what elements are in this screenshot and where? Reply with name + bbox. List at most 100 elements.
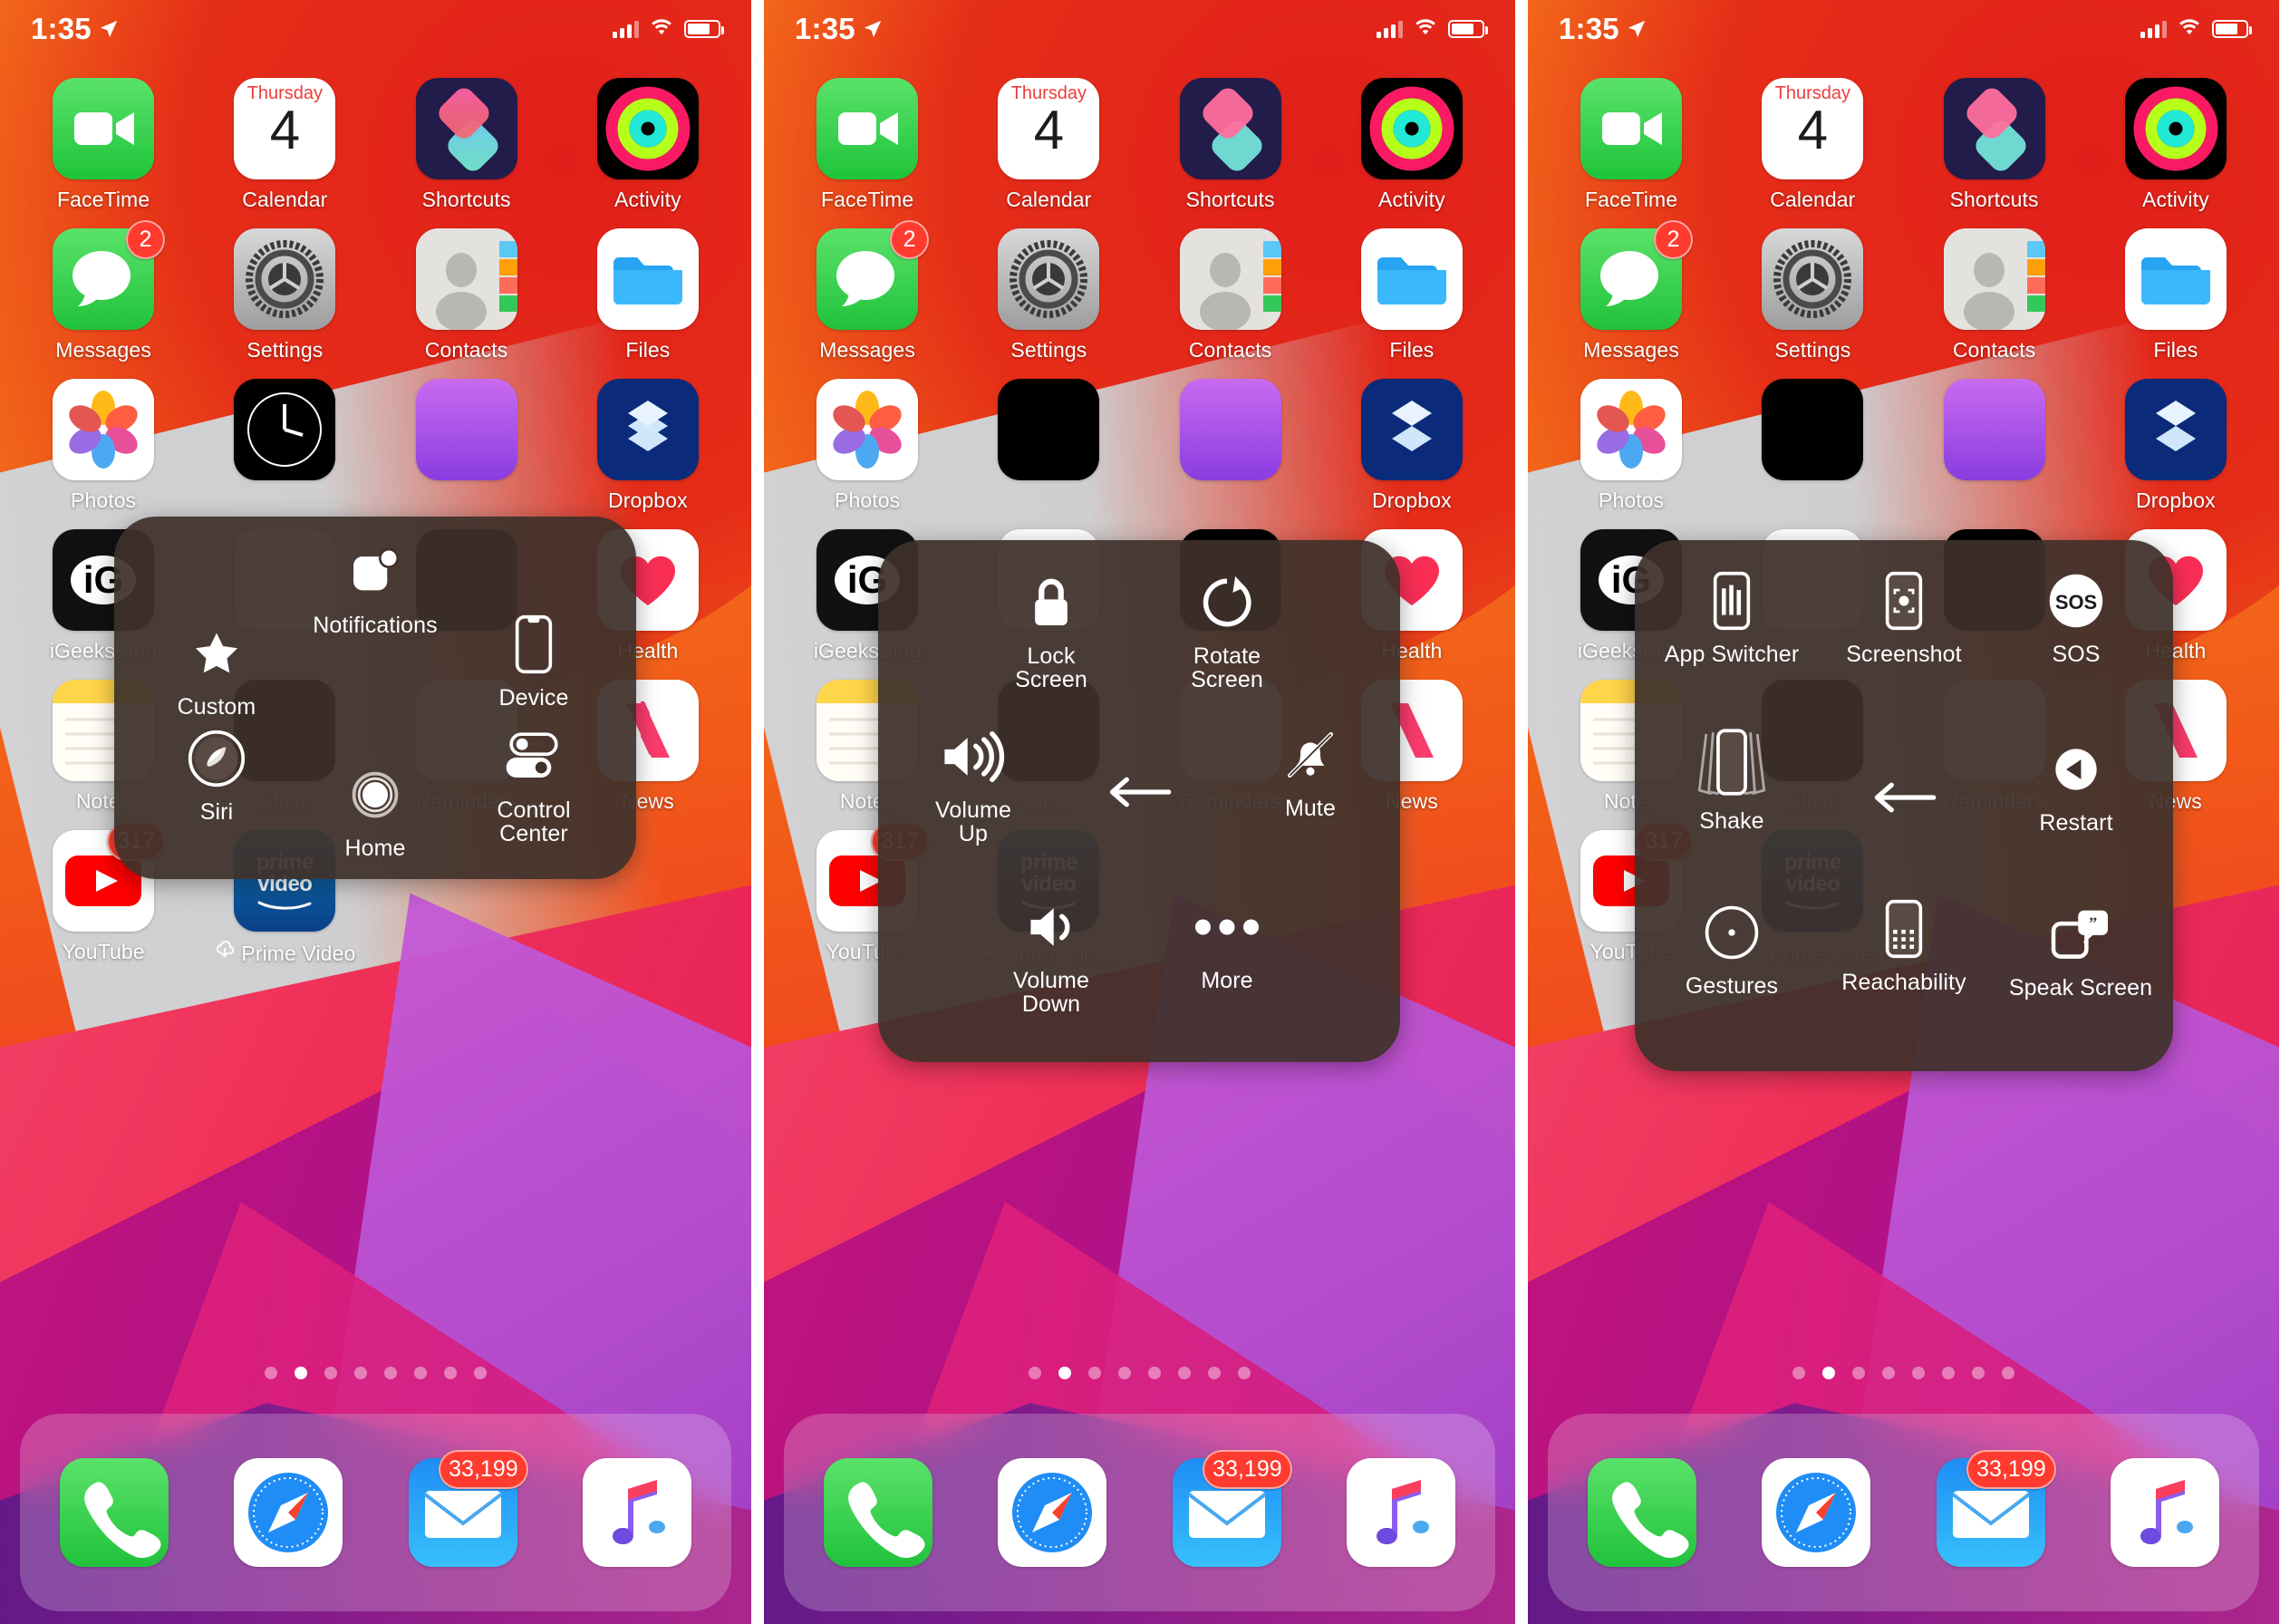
dock-safari[interactable]	[201, 1458, 375, 1567]
page-dot[interactable]	[1792, 1367, 1805, 1379]
app-clock-r3[interactable]: Clock	[194, 379, 375, 513]
safari-icon[interactable]	[998, 1458, 1107, 1567]
app-clock-r3[interactable]: Clock	[958, 379, 1139, 513]
page-dot[interactable]	[2002, 1367, 2014, 1379]
clock-icon[interactable]	[1762, 379, 1864, 480]
page-dot[interactable]	[1029, 1367, 1041, 1379]
facetime-icon[interactable]	[816, 78, 919, 179]
dock-music[interactable]	[2078, 1458, 2252, 1567]
phone-icon[interactable]	[824, 1458, 933, 1567]
contacts-icon[interactable]	[1943, 228, 2045, 330]
page-dot[interactable]	[1148, 1367, 1161, 1379]
app-messages[interactable]: 2 Messages	[777, 220, 958, 362]
settings-icon[interactable]	[998, 228, 1100, 330]
activity-icon[interactable]	[596, 78, 699, 179]
back-arrow-icon[interactable]	[1079, 756, 1199, 828]
app-activity[interactable]: Activity	[557, 78, 739, 212]
mail-icon[interactable]: 33,199	[1172, 1450, 1292, 1567]
app-facetime[interactable]: FaceTime	[13, 78, 194, 212]
page-dot-active[interactable]	[1058, 1367, 1071, 1379]
at-item-speak-screen[interactable]: ” Speak Screen	[1990, 899, 2171, 1000]
page-dot[interactable]	[1942, 1367, 1955, 1379]
podcasts-icon[interactable]	[415, 379, 517, 480]
app-podcasts[interactable]: Podcasts	[1904, 379, 2085, 513]
app-podcasts[interactable]: Podcasts	[376, 379, 557, 513]
photos-icon[interactable]	[816, 379, 919, 480]
dropbox-icon[interactable]	[596, 379, 699, 480]
app-clock-r3[interactable]: Clock	[1722, 379, 1903, 513]
facetime-icon[interactable]	[53, 78, 155, 179]
podcasts-icon[interactable]	[1179, 379, 1281, 480]
page-dots[interactable]	[764, 1367, 1515, 1379]
dock-safari[interactable]	[1729, 1458, 1903, 1567]
clock-icon[interactable]	[234, 379, 336, 480]
app-contacts[interactable]: Contacts	[376, 228, 557, 362]
app-settings[interactable]: Settings	[194, 228, 375, 362]
at-item-restart[interactable]: Restart	[1990, 734, 2162, 835]
page-dot[interactable]	[1208, 1367, 1221, 1379]
contacts-icon[interactable]	[1179, 228, 1281, 330]
at-item-lock-screen[interactable]: Lock Screen	[965, 567, 1137, 692]
photos-icon[interactable]	[1580, 379, 1683, 480]
at-item-custom[interactable]: Custom	[130, 618, 303, 719]
app-calendar[interactable]: Thursday 4 Calendar	[958, 78, 1139, 212]
calendar-icon[interactable]: Thursday 4	[1762, 78, 1864, 179]
app-calendar[interactable]: Thursday 4 Calendar	[1722, 78, 1903, 212]
app-settings[interactable]: Settings	[1722, 228, 1903, 362]
page-dot[interactable]	[474, 1367, 487, 1379]
app-dropbox[interactable]: Dropbox	[557, 379, 739, 513]
app-activity[interactable]: Activity	[1321, 78, 1502, 212]
page-dot[interactable]	[1178, 1367, 1191, 1379]
page-dot[interactable]	[384, 1367, 397, 1379]
dock-mail[interactable]: 33,199	[1904, 1450, 2078, 1567]
app-calendar[interactable]: Thursday 4 Calendar	[194, 78, 375, 212]
podcasts-icon[interactable]	[1943, 379, 2045, 480]
app-files[interactable]: Files	[557, 228, 739, 362]
at-item-shake[interactable]: Shake	[1646, 721, 1818, 833]
app-shortcuts[interactable]: Shortcuts	[1140, 78, 1321, 212]
activity-icon[interactable]	[2124, 78, 2227, 179]
mail-icon[interactable]: 33,199	[408, 1450, 528, 1567]
page-dot[interactable]	[414, 1367, 427, 1379]
app-dropbox[interactable]: Dropbox	[1321, 379, 1502, 513]
page-dot[interactable]	[354, 1367, 367, 1379]
page-dot-active[interactable]	[1822, 1367, 1835, 1379]
app-facetime[interactable]: FaceTime	[777, 78, 958, 212]
dock-safari[interactable]	[965, 1458, 1139, 1567]
dropbox-icon[interactable]	[2124, 379, 2227, 480]
at-item-app-switcher[interactable]: App Switcher	[1646, 566, 1818, 666]
app-files[interactable]: Files	[2085, 228, 2266, 362]
at-item-mute[interactable]: Mute	[1224, 720, 1396, 820]
page-dots[interactable]	[1528, 1367, 2279, 1379]
page-dot[interactable]	[1972, 1367, 1985, 1379]
page-dot[interactable]	[324, 1367, 337, 1379]
app-photos[interactable]: Photos	[777, 379, 958, 513]
facetime-icon[interactable]	[1580, 78, 1683, 179]
contacts-icon[interactable]	[415, 228, 517, 330]
assistive-touch-device-menu[interactable]: Lock Screen Rotate Screen Volume Up Mute	[878, 540, 1400, 1062]
page-dot[interactable]	[1852, 1367, 1865, 1379]
dropbox-icon[interactable]	[1360, 379, 1463, 480]
safari-icon[interactable]	[234, 1458, 343, 1567]
app-activity[interactable]: Activity	[2085, 78, 2266, 212]
dock-mail[interactable]: 33,199	[1140, 1450, 1314, 1567]
at-item-rotate-screen[interactable]: Rotate Screen	[1141, 567, 1313, 692]
page-dot[interactable]	[1238, 1367, 1251, 1379]
app-podcasts[interactable]: Podcasts	[1140, 379, 1321, 513]
app-shortcuts[interactable]: Shortcuts	[376, 78, 557, 212]
shortcuts-icon[interactable]	[1179, 78, 1281, 179]
app-messages[interactable]: 2 Messages	[1541, 220, 1722, 362]
messages-icon[interactable]: 2	[816, 220, 930, 330]
app-photos[interactable]: Photos	[1541, 379, 1722, 513]
at-item-notifications[interactable]: Notifications	[288, 536, 462, 637]
page-dot[interactable]	[1118, 1367, 1131, 1379]
safari-icon[interactable]	[1762, 1458, 1871, 1567]
phone-icon[interactable]	[1588, 1458, 1697, 1567]
dock-music[interactable]	[1314, 1458, 1488, 1567]
app-messages[interactable]: 2 Messages	[13, 220, 194, 362]
dock-music[interactable]	[550, 1458, 724, 1567]
shortcuts-icon[interactable]	[1943, 78, 2045, 179]
assistive-touch-main-menu[interactable]: Notifications Custom Device Siri Home Co…	[114, 517, 636, 879]
music-icon[interactable]	[1346, 1458, 1455, 1567]
settings-icon[interactable]	[1762, 228, 1864, 330]
